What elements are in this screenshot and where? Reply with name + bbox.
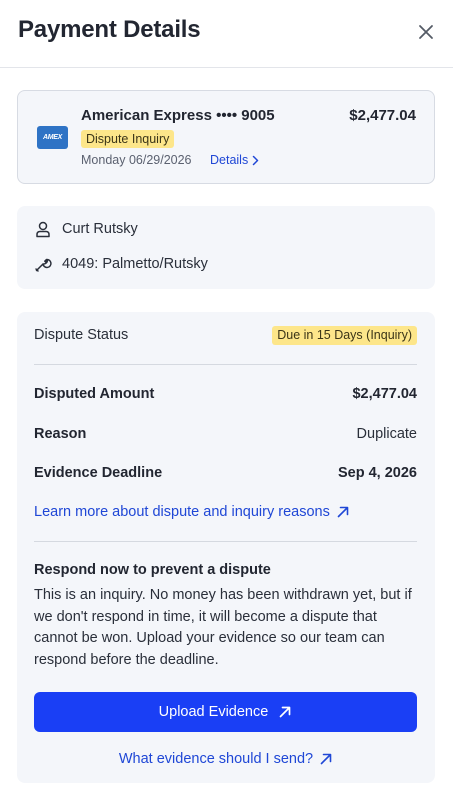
job-row: 4049: Palmetto/Rutsky: [34, 255, 208, 273]
dispute-inquiry-badge: Dispute Inquiry: [81, 130, 175, 148]
external-arrow-icon: [319, 752, 333, 766]
disputed-amount-label: Disputed Amount: [34, 386, 155, 402]
reason-value: Duplicate: [356, 426, 417, 442]
disputed-amount-value: $2,477.04: [352, 386, 417, 402]
divider: [34, 364, 417, 365]
customer-info-panel: Curt Rutsky 4049: Palmetto/Rutsky: [17, 206, 435, 289]
amex-logo-icon: AMEX: [37, 126, 68, 149]
evidence-help-link[interactable]: What evidence should I send?: [17, 751, 435, 767]
details-link[interactable]: Details: [210, 153, 260, 167]
external-arrow-icon: [336, 505, 350, 519]
page-title: Payment Details: [18, 16, 201, 43]
chevron-right-icon: [251, 155, 260, 166]
learn-more-link[interactable]: Learn more about dispute and inquiry rea…: [34, 504, 350, 520]
evidence-help-label: What evidence should I send?: [118, 751, 314, 767]
dispute-status-label: Dispute Status: [34, 327, 129, 343]
upload-evidence-button[interactable]: Upload Evidence: [34, 692, 417, 732]
divider: [34, 541, 417, 542]
evidence-deadline-value: Sep 4, 2026: [338, 465, 417, 481]
close-icon[interactable]: [414, 20, 438, 44]
wrench-icon: [34, 255, 52, 273]
amex-logo-text: AMEX: [42, 134, 63, 141]
external-arrow-icon: [278, 705, 292, 719]
reason-label: Reason: [34, 426, 87, 442]
card-name: American Express •••• 9005: [81, 107, 275, 124]
learn-more-label: Learn more about dispute and inquiry rea…: [34, 504, 330, 520]
details-link-label: Details: [210, 153, 249, 167]
card-amount: $2,477.04: [349, 107, 416, 124]
respond-title: Respond now to prevent a dispute: [34, 562, 271, 578]
job-label: 4049: Palmetto/Rutsky: [62, 256, 208, 272]
dispute-status-panel: Dispute Status Due in 15 Days (Inquiry) …: [17, 312, 435, 783]
customer-row: Curt Rutsky: [34, 220, 138, 238]
customer-name: Curt Rutsky: [62, 221, 138, 237]
respond-body: This is an inquiry. No money has been wi…: [34, 587, 412, 668]
upload-evidence-label: Upload Evidence: [158, 704, 269, 720]
person-icon: [34, 220, 52, 238]
panel-header: Payment Details: [0, 0, 453, 68]
payment-card: AMEX American Express •••• 9005 $2,477.0…: [17, 90, 435, 184]
payment-date: Monday 06/29/2026: [81, 153, 192, 167]
due-status-badge: Due in 15 Days (Inquiry): [272, 326, 417, 345]
evidence-deadline-label: Evidence Deadline: [34, 465, 163, 481]
